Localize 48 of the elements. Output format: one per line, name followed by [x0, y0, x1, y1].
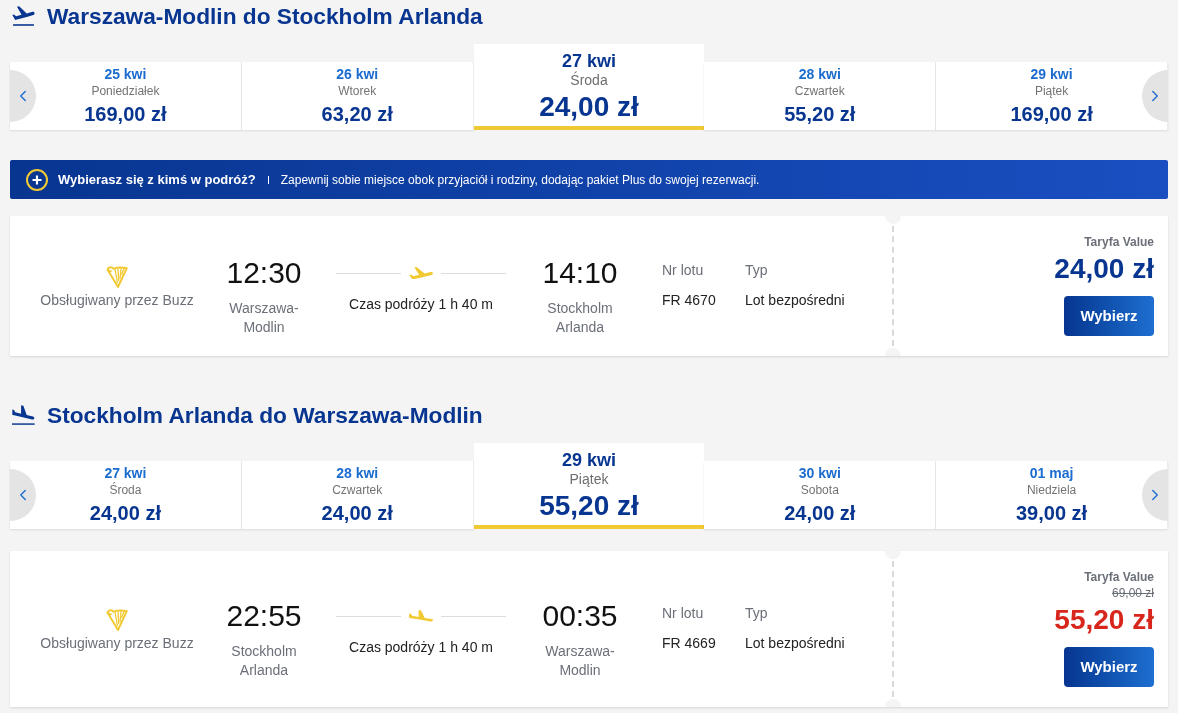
- operator-label: Obsługiwany przez Buzz: [40, 291, 194, 310]
- date-tab[interactable]: 30 kwi Sobota 24,00 zł: [704, 461, 937, 529]
- arrival-airport: Stockholm Arlanda: [546, 299, 614, 337]
- departure-time: 12:30: [226, 255, 302, 291]
- arrival-time: 00:35: [542, 598, 618, 634]
- operator-label: Obsługiwany przez Buzz: [40, 634, 194, 653]
- banner-text: Zapewnij sobie miejsce obok przyjaciół i rodziny, dodając pakiet Plus do swojej rezerwacji.: [280, 171, 760, 189]
- takeoff-plane-icon: [409, 267, 433, 279]
- landing-plane-icon: [12, 405, 35, 425]
- date-tab[interactable]: 27 kwi Środa 24,00 zł: [473, 44, 705, 130]
- section-title: Warszawa-Modlin do Stockholm Arlanda: [47, 2, 483, 31]
- harp-icon: [106, 607, 128, 631]
- select-button[interactable]: Wybierz: [1064, 296, 1154, 336]
- arrival-time: 14:10: [542, 255, 618, 291]
- fare-price: 55,20 zł: [1054, 603, 1154, 637]
- date-tab[interactable]: 26 kwi Wtorek 63,20 zł: [241, 62, 474, 130]
- fare-name: Taryfa Value: [1084, 569, 1154, 585]
- flight-type-label: Typ: [745, 261, 768, 279]
- landing-plane-icon: [409, 610, 433, 622]
- flight-number-label: Nr lotu: [662, 604, 704, 622]
- fare-name: Taryfa Value: [1084, 234, 1154, 250]
- flight-number-label: Nr lotu: [662, 261, 704, 279]
- flight-duration: Czas podróży 1 h 40 m: [349, 295, 493, 313]
- banner-title: Wybierasz się z kimś w podróż?: [58, 170, 256, 189]
- takeoff-plane-icon: [12, 6, 35, 26]
- date-tab[interactable]: 27 kwi Środa 24,00 zł: [10, 461, 242, 529]
- section-title: Stockholm Arlanda do Warszawa-Modlin: [47, 401, 483, 430]
- harp-icon: [106, 264, 128, 288]
- date-tab[interactable]: 28 kwi Czwartek 24,00 zł: [241, 461, 474, 529]
- arrival-airport: Warszawa-Modlin: [544, 642, 616, 680]
- departure-airport: Stockholm Arlanda: [230, 642, 298, 680]
- fare-price: 24,00 zł: [1054, 252, 1154, 286]
- date-tab[interactable]: 29 kwi Piątek 169,00 zł: [936, 62, 1168, 130]
- departure-airport: Warszawa-Modlin: [228, 299, 300, 337]
- flight-type: Lot bezpośredni: [745, 634, 845, 652]
- flight-duration: Czas podróży 1 h 40 m: [349, 638, 493, 656]
- flight-type: Lot bezpośredni: [745, 291, 845, 309]
- date-tab[interactable]: 25 kwi Poniedziałek 169,00 zł: [10, 62, 242, 130]
- select-button[interactable]: Wybierz: [1064, 647, 1154, 687]
- date-tab[interactable]: 29 kwi Piątek 55,20 zł: [473, 443, 705, 529]
- plus-circle-icon: [26, 168, 48, 191]
- date-tab[interactable]: 28 kwi Czwartek 55,20 zł: [704, 62, 937, 130]
- flight-type-label: Typ: [745, 604, 768, 622]
- flight-number: FR 4670: [662, 291, 716, 309]
- old-price: 69,00 zł: [1111, 585, 1154, 601]
- flight-number: FR 4669: [662, 634, 716, 652]
- date-tab[interactable]: 01 maj Niedziela 39,00 zł: [936, 461, 1168, 529]
- departure-time: 22:55: [226, 598, 302, 634]
